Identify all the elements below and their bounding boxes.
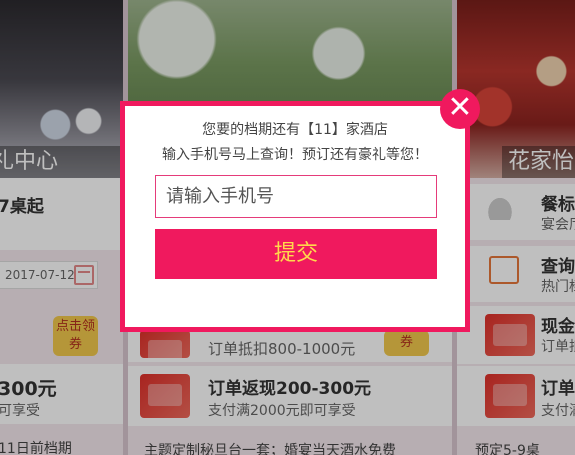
- modal-line-1: 您要的档期还有【11】家酒店: [202, 122, 388, 138]
- modal-line-2: 输入手机号马上查询！预订还有豪礼等您！: [162, 147, 428, 163]
- inquiry-modal: 您要的档期还有【11】家酒店 输入手机号马上查询！预订还有豪礼等您！ 提交: [120, 101, 470, 332]
- submit-button[interactable]: 提交: [155, 229, 437, 279]
- phone-input[interactable]: [155, 175, 437, 218]
- close-icon[interactable]: ✕: [440, 89, 480, 129]
